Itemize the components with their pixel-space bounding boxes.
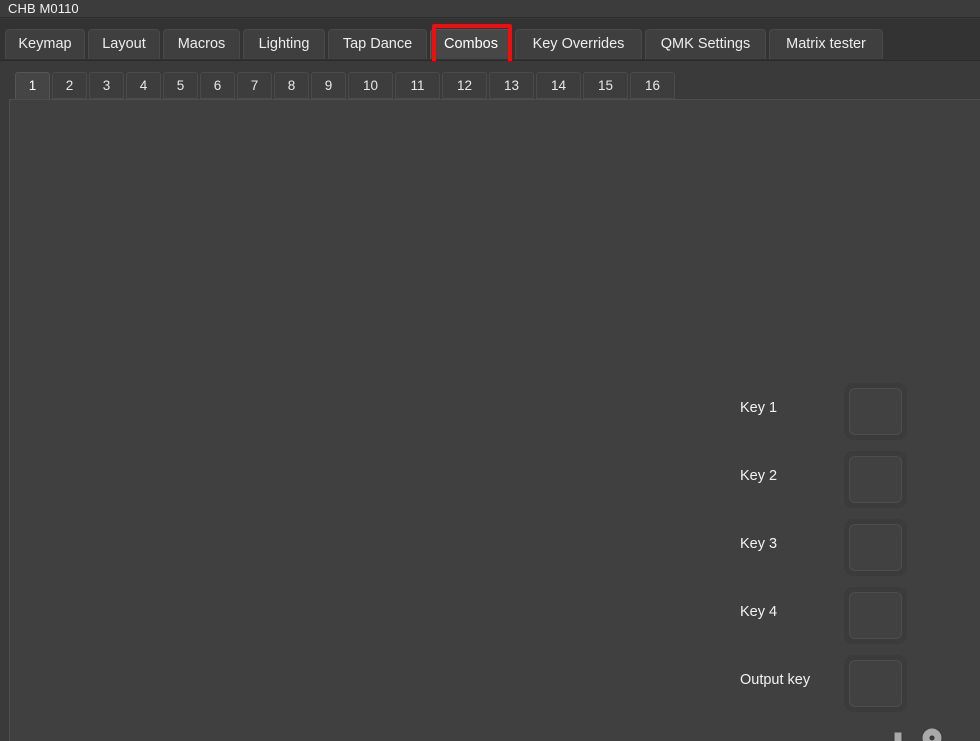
- combo-index-tab-8[interactable]: 8: [274, 72, 309, 99]
- combos-content-panel: Key 1 Key 2 Key 3 Key 4 Output key: [9, 99, 980, 741]
- combo-key-box[interactable]: [844, 587, 907, 644]
- tab-matrix-tester[interactable]: Matrix tester: [769, 29, 883, 59]
- combo-key-box-value: [849, 660, 902, 707]
- combo-index-tab-10[interactable]: 10: [348, 72, 393, 99]
- combo-row: Key 2: [740, 443, 920, 511]
- combo-key-box-value: [849, 592, 902, 639]
- combo-row: Key 3: [740, 511, 920, 579]
- combo-index-tab-3[interactable]: 3: [89, 72, 124, 99]
- combo-index-tabstrip: 1 2 3 4 5 6 7 8 9 10 11 12 13 14 15 16: [0, 61, 980, 100]
- tab-tap-dance[interactable]: Tap Dance: [328, 29, 427, 59]
- app-window: CHB M0110 Keymap Layout Macros Lighting Tap …: [0, 0, 980, 741]
- combo-key-box[interactable]: [844, 519, 907, 576]
- combo-row: Key 1: [740, 375, 920, 443]
- combo-key-list: Key 1 Key 2 Key 3 Key 4 Output key: [740, 375, 920, 715]
- combo-index-tab-14[interactable]: 14: [536, 72, 581, 99]
- combo-row: Output key: [740, 647, 920, 715]
- combo-index-tab-2[interactable]: 2: [52, 72, 87, 99]
- combo-key-box-value: [849, 388, 902, 435]
- combo-index-tab-1[interactable]: 1: [15, 72, 50, 99]
- tab-keymap[interactable]: Keymap: [5, 29, 85, 59]
- chiphell-logo-icon: [876, 714, 980, 741]
- combo-index-tab-13[interactable]: 13: [489, 72, 534, 99]
- combo-index-tab-7[interactable]: 7: [237, 72, 272, 99]
- combo-index-tab-11[interactable]: 11: [395, 72, 440, 99]
- combo-key-box[interactable]: [844, 383, 907, 440]
- tab-lighting[interactable]: Lighting: [243, 29, 325, 59]
- combo-row-label: Key 3: [740, 536, 778, 552]
- combo-index-tab-12[interactable]: 12: [442, 72, 487, 99]
- tab-combos[interactable]: Combos: [430, 29, 512, 59]
- combo-row-label: Key 4: [740, 604, 778, 620]
- tab-key-overrides[interactable]: Key Overrides: [515, 29, 642, 59]
- tab-layout[interactable]: Layout: [88, 29, 160, 59]
- combo-row-label: Key 1: [740, 400, 778, 416]
- combo-index-tab-4[interactable]: 4: [126, 72, 161, 99]
- combo-row-label: Output key: [740, 672, 811, 688]
- combo-key-box-value: [849, 456, 902, 503]
- combo-row: Key 4: [740, 579, 920, 647]
- combo-index-tab-5[interactable]: 5: [163, 72, 198, 99]
- window-titlebar: CHB M0110: [0, 0, 980, 18]
- combo-index-tab-16[interactable]: 16: [630, 72, 675, 99]
- combo-row-label: Key 2: [740, 468, 778, 484]
- main-tabstrip: Keymap Layout Macros Lighting Tap Dance Combo…: [0, 19, 980, 61]
- combo-key-box[interactable]: [844, 655, 907, 712]
- tab-qmk-settings[interactable]: QMK Settings: [645, 29, 766, 59]
- combo-index-tab-15[interactable]: 15: [583, 72, 628, 99]
- combo-key-box-value: [849, 524, 902, 571]
- window-title: CHB M0110: [8, 1, 79, 16]
- tab-macros[interactable]: Macros: [163, 29, 240, 59]
- combo-key-box[interactable]: [844, 451, 907, 508]
- combo-index-tab-9[interactable]: 9: [311, 72, 346, 99]
- combo-index-tab-6[interactable]: 6: [200, 72, 235, 99]
